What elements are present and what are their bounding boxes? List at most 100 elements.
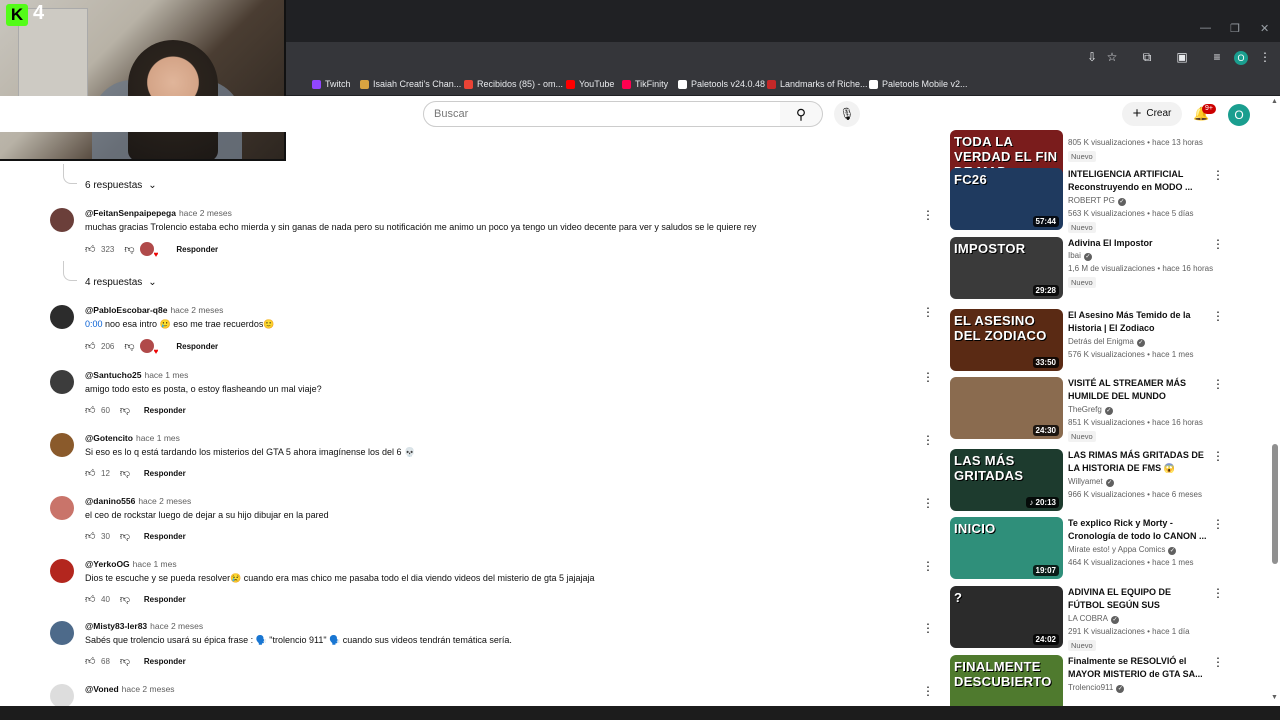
bookmark-item[interactable]: Twitch: [312, 77, 351, 91]
extensions-icon[interactable]: ⧉: [1140, 50, 1154, 64]
bookmark-item[interactable]: TikFinity: [622, 77, 668, 91]
reply-button[interactable]: Responder: [144, 469, 186, 478]
channel-name[interactable]: Trolencio911 ✓: [1068, 683, 1125, 693]
video-title[interactable]: LAS RIMAS MÁS GRITADAS DE LA HISTORIA DE…: [1068, 449, 1208, 475]
video-title[interactable]: ADIVINA EL EQUIPO DE FÚTBOL SEGÚN SUS SE…: [1068, 586, 1208, 612]
video-thumbnail[interactable]: EL ASESINO DEL ZODIACO 33:50: [950, 309, 1063, 371]
video-menu-icon[interactable]: ⋮: [1212, 237, 1224, 251]
search-button[interactable]: ⚲: [780, 101, 823, 127]
dislike-icon[interactable]: 👎︎: [120, 655, 132, 667]
commenter-avatar[interactable]: [50, 370, 74, 394]
scroll-down-icon[interactable]: ▼: [1271, 694, 1278, 701]
timestamp-link[interactable]: 0:00: [85, 319, 103, 329]
video-menu-icon[interactable]: ⋮: [1212, 168, 1224, 182]
video-thumbnail[interactable]: FC26 57:44: [950, 168, 1063, 230]
scrollbar-thumb[interactable]: [1272, 444, 1278, 564]
comment-menu-icon[interactable]: ⋮: [922, 433, 934, 447]
like-icon[interactable]: 👍︎: [85, 530, 97, 542]
reply-button[interactable]: Responder: [144, 532, 186, 541]
channel-name[interactable]: Ibai ✓: [1068, 251, 1092, 261]
sidepanel-icon[interactable]: ▣: [1175, 50, 1189, 64]
comment-author[interactable]: @Misty83-ler83: [85, 621, 147, 631]
video-thumbnail[interactable]: IMPOSTOR 29:28: [950, 237, 1063, 299]
like-icon[interactable]: 👍︎: [85, 340, 97, 352]
voice-search-button[interactable]: 🎙: [834, 101, 860, 127]
close-icon[interactable]: ✕: [1260, 22, 1269, 35]
comment-author[interactable]: @Gotencito: [85, 433, 133, 443]
video-menu-icon[interactable]: ⋮: [1212, 586, 1224, 600]
comment-time[interactable]: hace 2 meses: [179, 208, 232, 218]
video-title[interactable]: Finalmente se RESOLVIÓ el MAYOR MISTERIO…: [1068, 655, 1208, 681]
like-icon[interactable]: 👍︎: [85, 593, 97, 605]
browser-menu-icon[interactable]: ⋮: [1258, 50, 1272, 64]
media-icon[interactable]: ≡: [1210, 50, 1224, 64]
commenter-avatar[interactable]: [50, 208, 74, 232]
recommended-video[interactable]: EL ASESINO DEL ZODIACO 33:50 El Asesino …: [950, 309, 1225, 371]
recommended-video[interactable]: IMPOSTOR 29:28 Adivina El Impostor Ibai ✓ 1…: [950, 237, 1225, 299]
install-icon[interactable]: ⇩: [1085, 50, 1099, 64]
commenter-avatar[interactable]: [50, 305, 74, 329]
video-title[interactable]: Adivina El Impostor: [1068, 237, 1208, 250]
commenter-avatar[interactable]: [50, 621, 74, 645]
scroll-up-icon[interactable]: ▲: [1271, 98, 1278, 105]
reply-button[interactable]: Responder: [144, 406, 186, 415]
reply-button[interactable]: Responder: [144, 657, 186, 666]
channel-name[interactable]: Mirate esto! y Appa Comics ✓: [1068, 545, 1177, 555]
commenter-avatar[interactable]: [50, 684, 74, 708]
comment-time[interactable]: hace 1 mes: [144, 370, 188, 380]
dislike-icon[interactable]: 👎︎: [120, 530, 132, 542]
comment-author[interactable]: @FeitanSenpaipepega: [85, 208, 176, 218]
channel-name[interactable]: LA COBRA ✓: [1068, 614, 1120, 624]
commenter-avatar[interactable]: [50, 496, 74, 520]
browser-profile-avatar[interactable]: O: [1234, 51, 1248, 65]
video-menu-icon[interactable]: ⋮: [1212, 655, 1224, 669]
dislike-icon[interactable]: 👎︎: [124, 243, 136, 255]
comment-time[interactable]: hace 1 mes: [136, 433, 180, 443]
bookmark-item[interactable]: YouTube: [566, 77, 614, 91]
dislike-icon[interactable]: 👎︎: [120, 404, 132, 416]
scrollbar[interactable]: ▲ ▼: [1270, 96, 1280, 710]
video-thumbnail[interactable]: 24:30: [950, 377, 1063, 439]
like-icon[interactable]: 👍︎: [85, 404, 97, 416]
comment-author[interactable]: @YerkoOG: [85, 559, 130, 569]
search-input[interactable]: Buscar: [423, 101, 781, 127]
comment-menu-icon[interactable]: ⋮: [922, 621, 934, 635]
recommended-video[interactable]: ? 24:02 ADIVINA EL EQUIPO DE FÚTBOL SEGÚ…: [950, 586, 1225, 651]
video-title[interactable]: Te explico Rick y Morty - Cronología de …: [1068, 517, 1208, 543]
channel-name[interactable]: TheGrefg ✓: [1068, 405, 1113, 415]
comment-time[interactable]: hace 2 meses: [138, 496, 191, 506]
video-menu-icon[interactable]: ⋮: [1212, 517, 1224, 531]
bookmark-item[interactable]: Paletools v24.0.48: [678, 77, 765, 91]
bookmark-item[interactable]: Isaiah Creati's Chan...: [360, 77, 461, 91]
video-thumbnail[interactable]: LAS MÁS GRITADAS ♪ 20:13: [950, 449, 1063, 511]
recommended-video[interactable]: LAS MÁS GRITADAS ♪ 20:13 LAS RIMAS MÁS G…: [950, 449, 1225, 511]
video-title[interactable]: El Asesino Más Temido de la Historia | E…: [1068, 309, 1208, 335]
like-icon[interactable]: 👍︎: [85, 655, 97, 667]
video-thumbnail[interactable]: INICIO 19:07: [950, 517, 1063, 579]
like-icon[interactable]: 👍︎: [85, 467, 97, 479]
create-button[interactable]: + Crear: [1122, 102, 1182, 126]
recommended-video[interactable]: INICIO 19:07 Te explico Rick y Morty - C…: [950, 517, 1225, 579]
comment-time[interactable]: hace 2 meses: [122, 684, 175, 694]
like-icon[interactable]: 👍︎: [85, 243, 97, 255]
comment-time[interactable]: hace 2 meses: [150, 621, 203, 631]
comment-menu-icon[interactable]: ⋮: [922, 684, 934, 698]
comment-author[interactable]: @Santucho25: [85, 370, 141, 380]
reply-button[interactable]: Responder: [176, 245, 218, 254]
comment-menu-icon[interactable]: ⋮: [922, 208, 934, 222]
bookmark-item[interactable]: Recibidos (85) - om...: [464, 77, 563, 91]
dislike-icon[interactable]: 👎︎: [124, 340, 136, 352]
video-title[interactable]: INTELIGENCIA ARTIFICIAL Reconstruyendo e…: [1068, 168, 1208, 194]
replies-toggle[interactable]: 6 respuestas ⌄: [63, 164, 157, 191]
comment-menu-icon[interactable]: ⋮: [922, 559, 934, 573]
reply-button[interactable]: Responder: [144, 595, 186, 604]
comment-author[interactable]: @Voned: [85, 684, 119, 694]
bookmark-item[interactable]: Paletools Mobile v2...: [869, 77, 968, 91]
commenter-avatar[interactable]: [50, 433, 74, 457]
minimize-icon[interactable]: —: [1200, 22, 1211, 34]
comment-menu-icon[interactable]: ⋮: [922, 305, 934, 319]
video-thumbnail[interactable]: ? 24:02: [950, 586, 1063, 648]
channel-name[interactable]: Detrás del Enigma ✓: [1068, 337, 1145, 347]
recommended-video[interactable]: 24:30 VISITÉ AL STREAMER MÁS HUMILDE DEL…: [950, 377, 1225, 442]
bookmark-item[interactable]: Landmarks of Riche...: [767, 77, 868, 91]
